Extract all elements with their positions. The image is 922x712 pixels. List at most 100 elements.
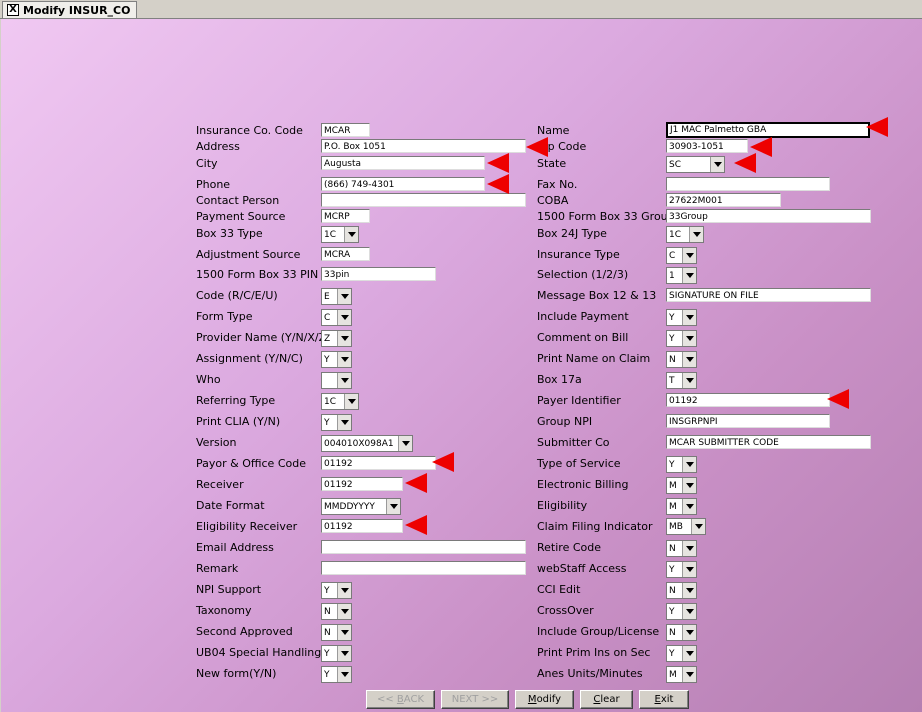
coba-field[interactable]: 27622M001 xyxy=(666,193,781,207)
address-field[interactable]: P.O. Box 1051 xyxy=(321,139,526,153)
second-approved-select[interactable]: N xyxy=(321,624,352,641)
chevron-down-icon[interactable] xyxy=(337,604,351,619)
remark-field[interactable] xyxy=(321,561,526,575)
eligibility-receiver-field[interactable]: 01192 xyxy=(321,519,403,533)
chevron-down-icon[interactable] xyxy=(682,457,696,472)
select-value: C xyxy=(669,250,676,261)
who-select[interactable] xyxy=(321,372,352,389)
cci-edit-select[interactable]: N xyxy=(666,582,697,599)
date-format-select[interactable]: MMDDYYYY xyxy=(321,498,401,515)
chevron-down-icon[interactable] xyxy=(337,667,351,682)
email-address-field[interactable] xyxy=(321,540,526,554)
chevron-down-icon[interactable] xyxy=(386,499,400,514)
box33-type-select[interactable]: 1C xyxy=(321,226,359,243)
chevron-down-icon[interactable] xyxy=(710,157,724,172)
chevron-down-icon[interactable] xyxy=(682,625,696,640)
print-name-on-claim-select[interactable]: N xyxy=(666,351,697,368)
state-select[interactable]: SC xyxy=(666,156,725,173)
electronic-billing-select[interactable]: M xyxy=(666,477,697,494)
ub04-special-handling-select[interactable]: Y xyxy=(321,645,352,662)
name-field[interactable]: J1 MAC Palmetto GBA xyxy=(666,122,870,138)
chevron-down-icon[interactable] xyxy=(682,499,696,514)
chevron-down-icon[interactable] xyxy=(337,310,351,325)
label-submitter-co: Submitter Co xyxy=(537,436,610,449)
back-button[interactable]: << B ACK xyxy=(366,690,435,709)
chevron-down-icon[interactable] xyxy=(682,646,696,661)
adjustment-source-field[interactable]: MCRA xyxy=(321,247,370,261)
chevron-down-icon[interactable] xyxy=(337,331,351,346)
chevron-down-icon[interactable] xyxy=(337,289,351,304)
box33-pin-field[interactable]: 33pin xyxy=(321,267,436,281)
form-type-select[interactable]: C xyxy=(321,309,352,326)
chevron-down-icon[interactable] xyxy=(344,394,358,409)
exit-button[interactable]: Exit xyxy=(639,690,689,709)
chevron-down-icon[interactable] xyxy=(682,583,696,598)
group-npi-field[interactable]: INSGRPNPI xyxy=(666,414,830,428)
insurance-co-code-field[interactable]: MCAR xyxy=(321,123,370,137)
phone-field[interactable]: (866) 749-4301 xyxy=(321,177,485,191)
payor-office-code-field[interactable]: 01192 xyxy=(321,456,436,470)
type-of-service-select[interactable]: Y xyxy=(666,456,697,473)
version-select[interactable]: 004010X098A1 xyxy=(321,435,413,452)
chevron-down-icon[interactable] xyxy=(337,415,351,430)
webstaff-access-select[interactable]: Y xyxy=(666,561,697,578)
chevron-down-icon[interactable] xyxy=(682,562,696,577)
chevron-down-icon[interactable] xyxy=(337,625,351,640)
include-group-license-select[interactable]: N xyxy=(666,624,697,641)
box24j-type-select[interactable]: 1C xyxy=(666,226,704,243)
assignment-select[interactable]: Y xyxy=(321,351,352,368)
insurance-type-select[interactable]: C xyxy=(666,247,697,264)
clear-button[interactable]: Clear xyxy=(580,690,633,709)
payer-identifier-field[interactable]: 01192 xyxy=(666,393,830,407)
code-rceu-select[interactable]: E xyxy=(321,288,352,305)
print-clia-select[interactable]: Y xyxy=(321,414,352,431)
tab-modify-insur-co[interactable]: X Modify INSUR_CO xyxy=(2,1,138,18)
new-form-select[interactable]: Y xyxy=(321,666,352,683)
chevron-down-icon[interactable] xyxy=(398,436,412,451)
box17a-select[interactable]: T xyxy=(666,372,697,389)
zip-code-field[interactable]: 30903-1051 xyxy=(666,139,748,153)
chevron-down-icon[interactable] xyxy=(682,667,696,682)
fax-no-field[interactable] xyxy=(666,177,830,191)
chevron-down-icon[interactable] xyxy=(337,373,351,388)
chevron-down-icon[interactable] xyxy=(337,646,351,661)
city-field[interactable]: Augusta xyxy=(321,156,485,170)
referring-type-select[interactable]: 1C xyxy=(321,393,359,410)
message-box-field[interactable]: SIGNATURE ON FILE xyxy=(666,288,871,302)
contact-person-field[interactable] xyxy=(321,193,526,207)
chevron-down-icon[interactable] xyxy=(682,268,696,283)
chevron-down-icon[interactable] xyxy=(337,352,351,367)
receiver-field[interactable]: 01192 xyxy=(321,477,403,491)
include-payment-select[interactable]: Y xyxy=(666,309,697,326)
chevron-down-icon[interactable] xyxy=(682,352,696,367)
claim-filing-indicator-select[interactable]: MB xyxy=(666,518,706,535)
chevron-down-icon[interactable] xyxy=(682,478,696,493)
chevron-down-icon[interactable] xyxy=(682,373,696,388)
npi-support-select[interactable]: Y xyxy=(321,582,352,599)
close-icon[interactable]: X xyxy=(7,4,19,16)
print-prim-ins-on-sec-select[interactable]: Y xyxy=(666,645,697,662)
taxonomy-select[interactable]: N xyxy=(321,603,352,620)
comment-on-bill-select[interactable]: Y xyxy=(666,330,697,347)
chevron-down-icon[interactable] xyxy=(682,541,696,556)
chevron-down-icon[interactable] xyxy=(337,583,351,598)
submitter-co-field[interactable]: MCAR SUBMITTER CODE xyxy=(666,435,871,449)
modify-button[interactable]: Modify xyxy=(515,690,574,709)
chevron-down-icon[interactable] xyxy=(344,227,358,242)
next-button[interactable]: NEXT >> xyxy=(441,690,509,709)
label-email-address: Email Address xyxy=(196,541,274,554)
payment-source-field[interactable]: MCRP xyxy=(321,209,370,223)
retire-code-select[interactable]: N xyxy=(666,540,697,557)
chevron-down-icon[interactable] xyxy=(682,310,696,325)
box33-group-field[interactable]: 33Group xyxy=(666,209,871,223)
chevron-down-icon[interactable] xyxy=(682,331,696,346)
provider-name-select[interactable]: Z xyxy=(321,330,352,347)
crossover-select[interactable]: Y xyxy=(666,603,697,620)
eligibility-select[interactable]: M xyxy=(666,498,697,515)
chevron-down-icon[interactable] xyxy=(689,227,703,242)
anes-units-minutes-select[interactable]: M xyxy=(666,666,697,683)
chevron-down-icon[interactable] xyxy=(691,519,705,534)
selection-select[interactable]: 1 xyxy=(666,267,697,284)
chevron-down-icon[interactable] xyxy=(682,248,696,263)
chevron-down-icon[interactable] xyxy=(682,604,696,619)
